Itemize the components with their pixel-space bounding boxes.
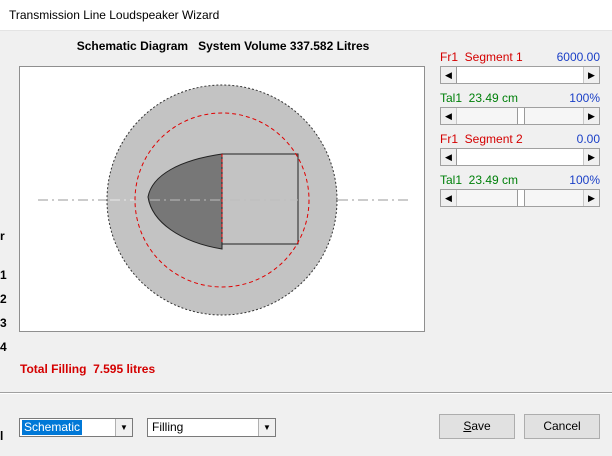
schematic-drawing: [38, 84, 408, 316]
taper2-value: 100%: [569, 173, 600, 187]
segment1-value: 6000.00: [556, 50, 600, 64]
taper1-label: Tal1 23.49 cm: [440, 91, 519, 105]
view-select-value: Schematic: [20, 419, 84, 436]
driver-chamber-rect: [221, 153, 299, 245]
mode-select[interactable]: Filling ▼: [147, 418, 276, 437]
arrow-right-icon[interactable]: ▶: [583, 108, 599, 124]
arrow-left-icon[interactable]: ◀: [441, 190, 457, 206]
segment2-value: 0.00: [576, 132, 600, 146]
background-window-text: 1: [0, 268, 7, 282]
segment1-label: Fr1 Segment 1: [440, 50, 523, 64]
taper2-slider[interactable]: ◀ ▶: [440, 189, 600, 207]
arrow-right-icon[interactable]: ▶: [583, 149, 599, 165]
arrow-left-icon[interactable]: ◀: [441, 67, 457, 83]
slider-thumb[interactable]: [456, 149, 584, 165]
segment2-slider[interactable]: ◀ ▶: [440, 148, 600, 166]
arrow-right-icon[interactable]: ▶: [583, 67, 599, 83]
mode-select-value: Filling: [152, 420, 184, 434]
arrow-right-icon[interactable]: ▶: [583, 190, 599, 206]
taper2-label: Tal1 23.49 cm: [440, 173, 519, 187]
chevron-down-icon[interactable]: ▼: [258, 419, 275, 436]
chevron-down-icon[interactable]: ▼: [115, 419, 132, 436]
diagram-caption: Schematic Diagram System Volume 337.582 …: [76, 39, 370, 53]
slider-thumb[interactable]: [517, 190, 525, 206]
slider-thumb[interactable]: [456, 67, 584, 83]
taper1-value: 100%: [569, 91, 600, 105]
background-window-text: l: [0, 429, 4, 443]
background-window-text: 4: [0, 340, 7, 354]
save-button[interactable]: Save: [439, 414, 515, 439]
schematic-diagram: [19, 66, 425, 332]
segment2-label: Fr1 Segment 2: [440, 132, 523, 146]
separator-line: [0, 392, 612, 394]
total-filling-text: Total Filling 7.595 litres: [20, 362, 156, 376]
background-window-text: r: [0, 229, 5, 243]
slider-thumb[interactable]: [517, 108, 525, 124]
window-title: Transmission Line Loudspeaker Wizard: [9, 8, 220, 22]
arrow-left-icon[interactable]: ◀: [441, 149, 457, 165]
background-window-text: 2: [0, 292, 7, 306]
view-select[interactable]: Schematic ▼: [19, 418, 133, 437]
window-titlebar: Transmission Line Loudspeaker Wizard: [0, 0, 612, 31]
arrow-left-icon[interactable]: ◀: [441, 108, 457, 124]
segment1-slider[interactable]: ◀ ▶: [440, 66, 600, 84]
cancel-button[interactable]: Cancel: [524, 414, 600, 439]
taper1-slider[interactable]: ◀ ▶: [440, 107, 600, 125]
save-button-label: Save: [463, 419, 491, 433]
background-window-text: 3: [0, 316, 7, 330]
